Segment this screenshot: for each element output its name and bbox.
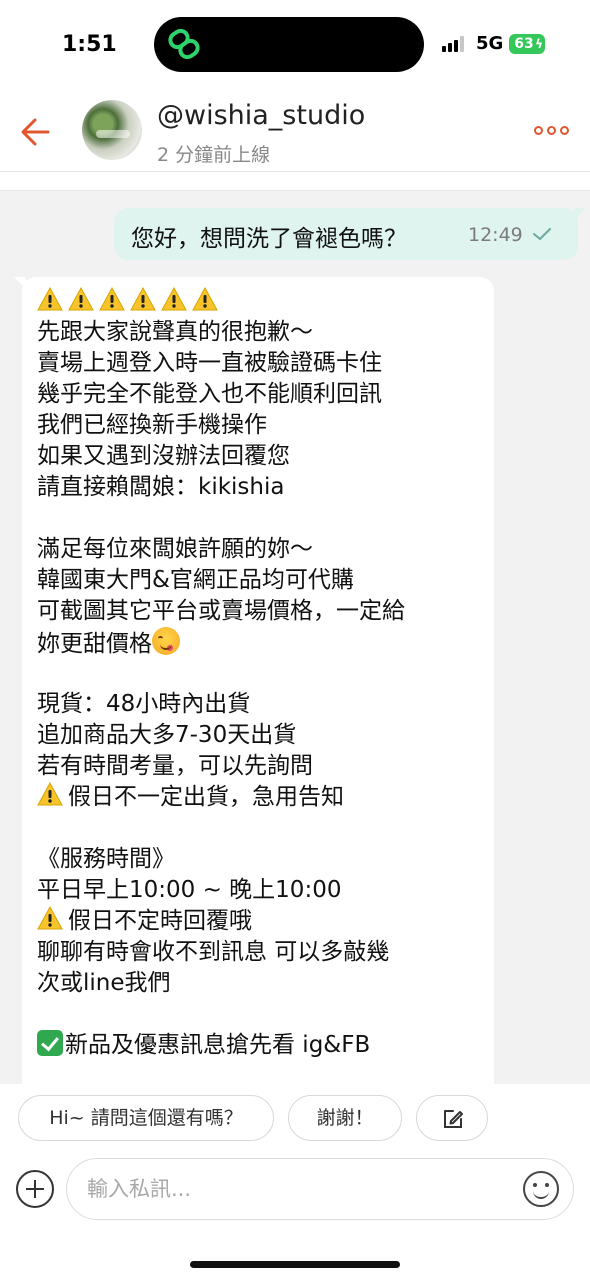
message-line: 次或line我們 (37, 970, 171, 996)
message-line: 賣場上週登入時一直被驗證碼卡住 (37, 350, 382, 376)
message-line-with-check: 新品及優惠訊息搶先看 ig&FB (37, 1030, 370, 1060)
warning-icon (192, 286, 218, 311)
add-icon[interactable] (16, 1170, 54, 1208)
quick-reply-thanks[interactable]: 謝謝！ (288, 1095, 402, 1141)
message-line-with-emoji: 妳更甜價格 (37, 627, 180, 659)
battery-charging-icon: 63 ϟ (509, 34, 545, 54)
message-line: 追加商品大多7-30天出貨 (37, 722, 297, 748)
dynamic-island (154, 17, 424, 72)
last-online-status: 2 分鐘前上線 (157, 144, 271, 166)
message-line: 若有時間考量，可以先詢問 (37, 753, 313, 779)
message-line: 如果又遇到沒辦法回覆您 (37, 443, 290, 469)
message-line: 先跟大家說聲真的很抱歉～ (37, 319, 313, 345)
network-type: 5G (476, 33, 504, 54)
sent-message-bubble[interactable]: 您好，想問洗了會褪色嗎？ 12:49 (114, 208, 586, 260)
quick-reply-bar: Hi~ 請問這個還有嗎？ 謝謝！ (0, 1084, 590, 1156)
battery-level: 63 (514, 36, 534, 52)
message-line: 可截圖其它平台或賣場價格，一定給 (37, 598, 405, 624)
message-line: 現貨：48小時內出貨 (37, 691, 251, 717)
message-line-text: 假日不定時回覆哦 (68, 908, 252, 934)
message-line: 聊聊有時會收不到訊息 可以多敲幾 (37, 939, 390, 965)
sent-message-text: 您好，想問洗了會褪色嗎？ (131, 226, 407, 252)
charging-bolt-icon: ϟ (535, 37, 543, 51)
message-timestamp: 12:49 (468, 224, 523, 246)
message-line: 滿足每位來闆娘許願的妳～ (37, 536, 313, 562)
app-link-icon (168, 28, 200, 60)
status-bar: 1:51 5G 63 ϟ (0, 0, 590, 88)
edit-icon (444, 1110, 463, 1128)
header-spacer (0, 172, 590, 190)
message-line: 我們已經換新手機操作 (37, 412, 267, 438)
warning-icon (37, 286, 63, 311)
check-mark-button-icon (37, 1030, 63, 1056)
shop-handle[interactable]: @wishia_studio (157, 100, 365, 131)
message-line: 《服務時間》 (37, 846, 175, 872)
more-options-icon[interactable] (534, 124, 574, 138)
quick-reply-ask-availability[interactable]: Hi~ 請問這個還有嗎？ (18, 1095, 274, 1141)
message-input[interactable] (87, 1171, 507, 1207)
message-line: 韓國東大門&官網正品均可代購 (37, 567, 354, 593)
delivered-check-icon (533, 228, 551, 240)
message-line-text: 妳更甜價格 (37, 631, 152, 657)
message-list[interactable]: 您好，想問洗了會褪色嗎？ 12:49 先跟大家說聲真的很抱歉～ 賣場上週登入時一… (0, 191, 590, 1084)
received-message-bubble[interactable]: 先跟大家說聲真的很抱歉～ 賣場上週登入時一直被驗證碼卡住 幾乎完全不能登入也不能… (14, 277, 494, 1084)
message-line-text: 新品及優惠訊息搶先看 ig&FB (65, 1032, 371, 1058)
warning-icon (37, 781, 63, 806)
message-line: 平日早上10:00 ~ 晚上10:00 (37, 877, 342, 903)
shop-avatar[interactable] (82, 100, 142, 160)
warning-icon (37, 905, 63, 930)
message-line: 請直接賴闆娘：kikishia (37, 474, 285, 500)
warning-icon (99, 286, 125, 311)
warning-row (37, 286, 223, 317)
edit-quick-replies-button[interactable] (416, 1095, 488, 1141)
home-indicator (190, 1261, 400, 1268)
clock: 1:51 (62, 32, 117, 57)
chat-header: @wishia_studio 2 分鐘前上線 (0, 88, 590, 172)
message-line-with-warning: 假日不一定出貨，急用告知 (37, 781, 344, 812)
emoji-icon[interactable] (523, 1171, 559, 1207)
yum-face-icon (152, 627, 180, 655)
back-arrow-icon[interactable] (18, 114, 54, 150)
signal-icon (442, 36, 468, 52)
message-line: 幾乎完全不能登入也不能順利回訊 (37, 381, 382, 407)
warning-icon (161, 286, 187, 311)
warning-icon (130, 286, 156, 311)
message-composer (0, 1156, 590, 1280)
warning-icon (68, 286, 94, 311)
message-line-with-warning: 假日不定時回覆哦 (37, 905, 252, 936)
message-line-text: 假日不一定出貨，急用告知 (68, 784, 344, 810)
message-input-wrapper[interactable] (66, 1158, 574, 1220)
